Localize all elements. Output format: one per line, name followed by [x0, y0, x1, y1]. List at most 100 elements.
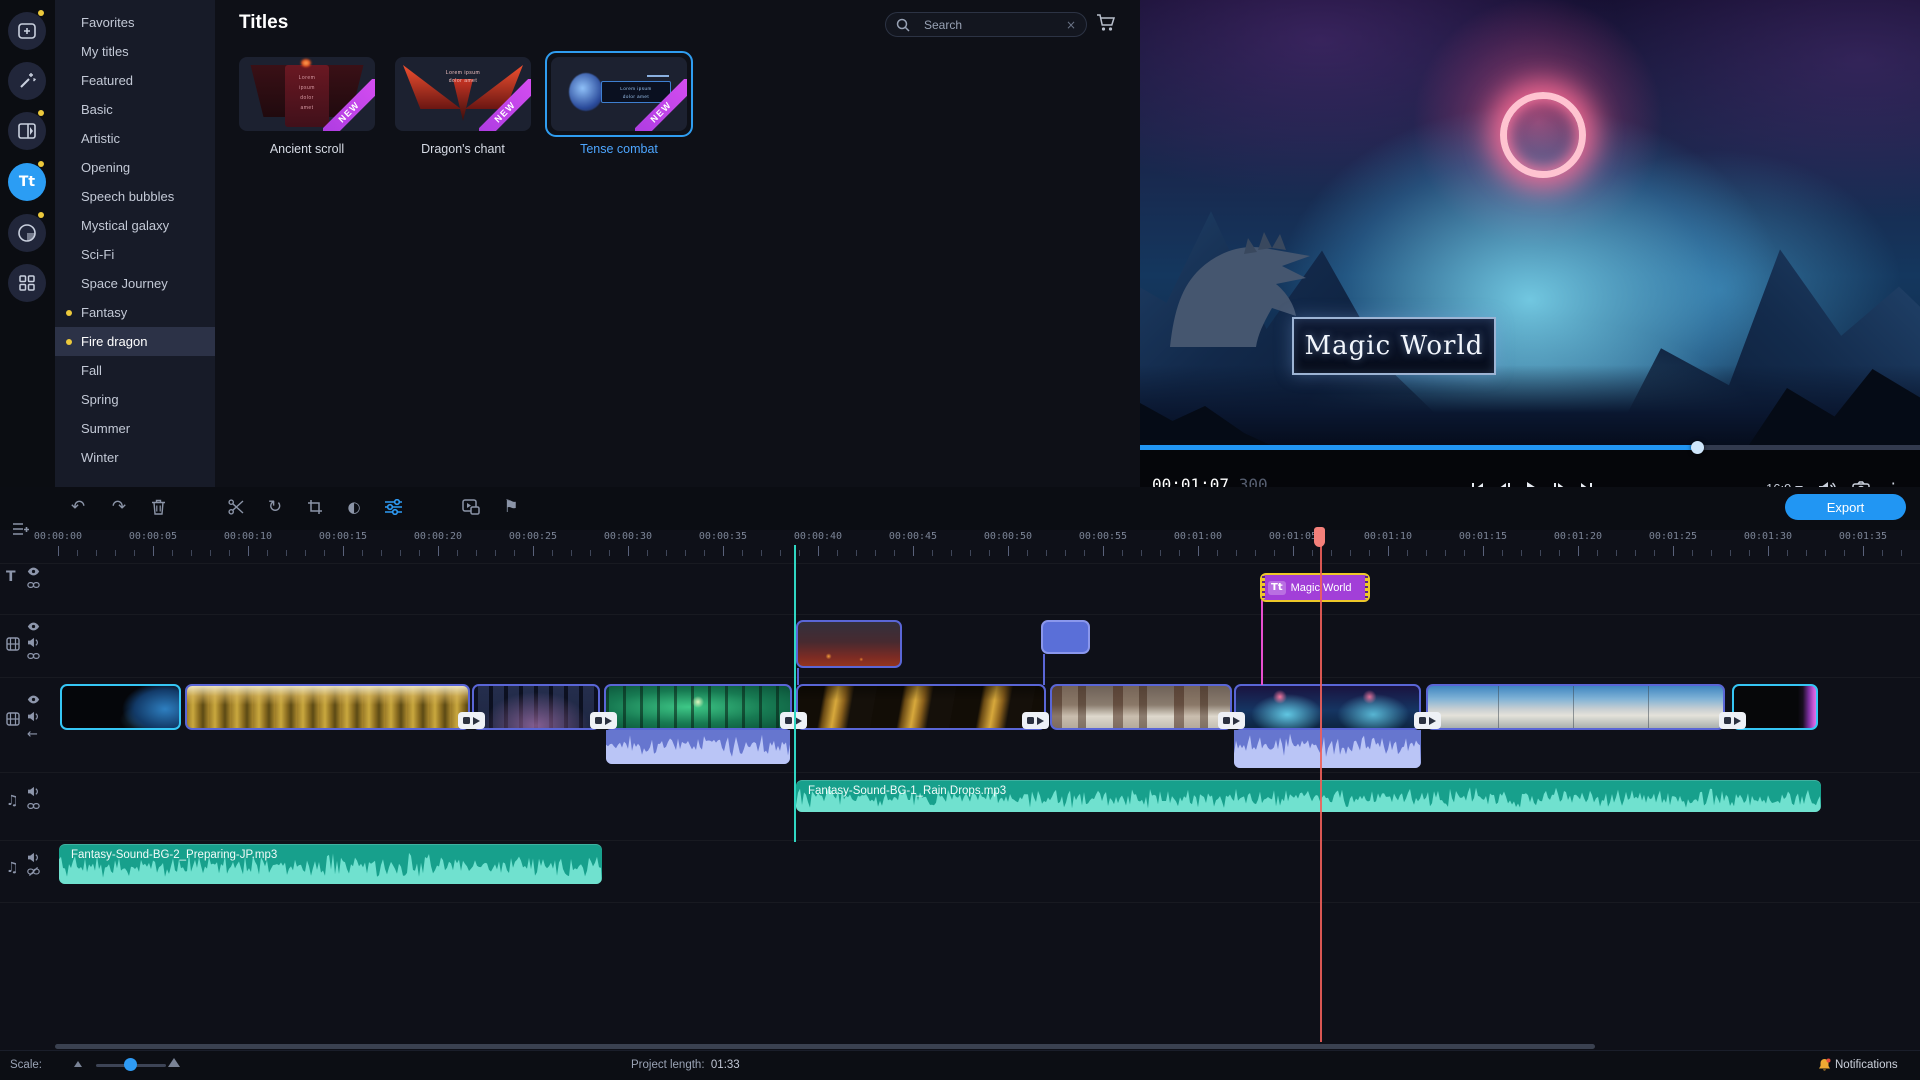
video-clip-5[interactable]: [796, 684, 1046, 730]
category-item-fire-dragon[interactable]: Fire dragon: [55, 327, 215, 356]
overlay-clip-ember[interactable]: [796, 620, 902, 668]
category-item-spring[interactable]: Spring: [55, 385, 215, 414]
ruler-tick: [1711, 550, 1712, 556]
trim-handle-left[interactable]: [1262, 576, 1265, 599]
video-track-mute-icon[interactable]: [27, 711, 40, 722]
transition-badge[interactable]: [1022, 712, 1049, 729]
category-item-speech-bubbles[interactable]: Speech bubbles: [55, 182, 215, 211]
category-item-artistic[interactable]: Artistic: [55, 124, 215, 153]
overlay-clip-blue[interactable]: [1041, 620, 1090, 654]
overlay-track-mute-icon[interactable]: [27, 637, 40, 648]
sidebar-item-import[interactable]: [8, 12, 46, 50]
sidebar-item-more-tools[interactable]: [8, 264, 46, 302]
clip-properties-button[interactable]: [383, 497, 403, 517]
sidebar-item-titles[interactable]: Tt: [8, 163, 46, 201]
video-track-visibility-icon[interactable]: [27, 695, 40, 704]
zoom-in-icon[interactable]: [168, 1058, 180, 1067]
rotate-button[interactable]: ↻: [265, 497, 285, 517]
export-button[interactable]: Export: [1785, 494, 1906, 520]
category-item-favorites[interactable]: Favorites: [55, 8, 215, 37]
video-track-return-icon[interactable]: ←: [27, 727, 38, 742]
notifications-bell-icon[interactable]: [1818, 1058, 1831, 1072]
seekbar-handle[interactable]: [1691, 441, 1704, 454]
transition-badge[interactable]: [458, 712, 485, 729]
title-card-ancient-scroll[interactable]: Lorem ipsum dolor amet NEW: [239, 57, 375, 131]
overlay-track-visibility-icon[interactable]: [27, 622, 40, 631]
ruler-timestamp: 00:00:40: [794, 531, 842, 542]
overlay-track-link-icon[interactable]: [27, 652, 40, 660]
category-item-fantasy[interactable]: Fantasy: [55, 298, 215, 327]
audio-track-2-mute-icon[interactable]: [27, 852, 40, 863]
split-scissors-button[interactable]: [226, 497, 246, 517]
crop-button[interactable]: [305, 497, 325, 517]
ruler-tick: [1559, 550, 1560, 556]
category-item-basic[interactable]: Basic: [55, 95, 215, 124]
undo-button[interactable]: ↶: [68, 497, 88, 517]
category-item-sci-fi[interactable]: Sci-Fi: [55, 240, 215, 269]
transition-badge[interactable]: [1414, 712, 1441, 729]
preview-title-overlay[interactable]: Magic World: [1292, 317, 1496, 375]
ruler-tick: [457, 550, 458, 556]
zoom-out-icon[interactable]: [74, 1061, 82, 1067]
delete-button[interactable]: [148, 497, 168, 517]
ruler-timestamp: 00:00:45: [889, 531, 937, 542]
category-item-summer[interactable]: Summer: [55, 414, 215, 443]
audio-clip-rain-drops[interactable]: Fantasy-Sound-BG-1_Rain Drops.mp3: [796, 780, 1821, 812]
search-input[interactable]: Search ×: [885, 12, 1087, 37]
category-item-winter[interactable]: Winter: [55, 443, 215, 472]
redo-button[interactable]: ↷: [109, 497, 129, 517]
playhead-handle[interactable]: [1314, 527, 1325, 547]
ruler-tick: [514, 550, 515, 556]
clear-search-icon[interactable]: ×: [1066, 18, 1076, 32]
overlay-button[interactable]: [461, 497, 481, 517]
trim-handle-right[interactable]: [1365, 576, 1368, 599]
ruler-tick: [1293, 546, 1294, 556]
category-item-my-titles[interactable]: My titles: [55, 37, 215, 66]
audio-clip-preparing[interactable]: Fantasy-Sound-BG-2_Preparing-JP.mp3: [59, 844, 602, 884]
scale-slider-handle[interactable]: [124, 1058, 137, 1071]
video-clip-6[interactable]: [1050, 684, 1232, 730]
preview-seekbar[interactable]: [1140, 445, 1920, 450]
status-bar: [0, 1050, 1920, 1080]
title-track-link-icon[interactable]: [27, 581, 40, 589]
sidebar-item-filters[interactable]: [8, 62, 46, 100]
category-item-fall[interactable]: Fall: [55, 356, 215, 385]
ruler-tick: [1407, 550, 1408, 556]
sidebar-item-transitions[interactable]: [8, 112, 46, 150]
transition-badge[interactable]: [590, 712, 617, 729]
ruler-tick: [343, 546, 344, 556]
timeline-horizontal-scrollbar[interactable]: [55, 1044, 1595, 1049]
category-item-space-journey[interactable]: Space Journey: [55, 269, 215, 298]
linked-audio-waveform[interactable]: [1234, 730, 1421, 768]
category-item-mystical-galaxy[interactable]: Mystical galaxy: [55, 211, 215, 240]
timeline-menu-icon[interactable]: [12, 521, 30, 537]
audio-track-1-mute-icon[interactable]: [27, 786, 40, 797]
video-clip-4[interactable]: [604, 684, 792, 730]
title-card-tense-combat[interactable]: Lorem ipsum dolor amet NEW: [551, 57, 687, 131]
category-item-featured[interactable]: Featured: [55, 66, 215, 95]
audio-track-1-link-icon[interactable]: [27, 802, 40, 810]
ruler-tick: [1122, 550, 1123, 556]
video-clip-8[interactable]: [1426, 684, 1725, 730]
store-cart-icon[interactable]: [1096, 14, 1116, 32]
project-length-value: 01:33: [711, 1059, 740, 1071]
video-editor-app: Tt FavoritesMy titlesFeaturedBasicArtist…: [0, 0, 1920, 1080]
transition-badge[interactable]: [1218, 712, 1245, 729]
marker-flag-button[interactable]: ⚑: [501, 497, 521, 517]
title-clip-magic-world[interactable]: Tt Magic World: [1260, 573, 1370, 602]
category-item-opening[interactable]: Opening: [55, 153, 215, 182]
color-adjustments-button[interactable]: ◐: [344, 497, 364, 517]
title-track-visibility-icon[interactable]: [27, 567, 40, 576]
video-clip-7[interactable]: [1234, 684, 1421, 730]
transition-badge[interactable]: [1719, 712, 1746, 729]
video-clip-1[interactable]: [60, 684, 181, 730]
scale-label: Scale:: [10, 1059, 42, 1071]
title-card-dragons-chant[interactable]: Lorem ipsumdolor amet NEW: [395, 57, 531, 131]
video-clip-2[interactable]: [185, 684, 470, 730]
notifications-label[interactable]: Notifications: [1835, 1059, 1898, 1071]
linked-audio-waveform[interactable]: [606, 730, 790, 764]
video-clip-3[interactable]: [472, 684, 600, 730]
sidebar-item-stickers[interactable]: [8, 214, 46, 252]
audio-track-2-unlink-icon[interactable]: [27, 867, 40, 876]
audio-clip-label: Fantasy-Sound-BG-1_Rain Drops.mp3: [808, 785, 1006, 797]
